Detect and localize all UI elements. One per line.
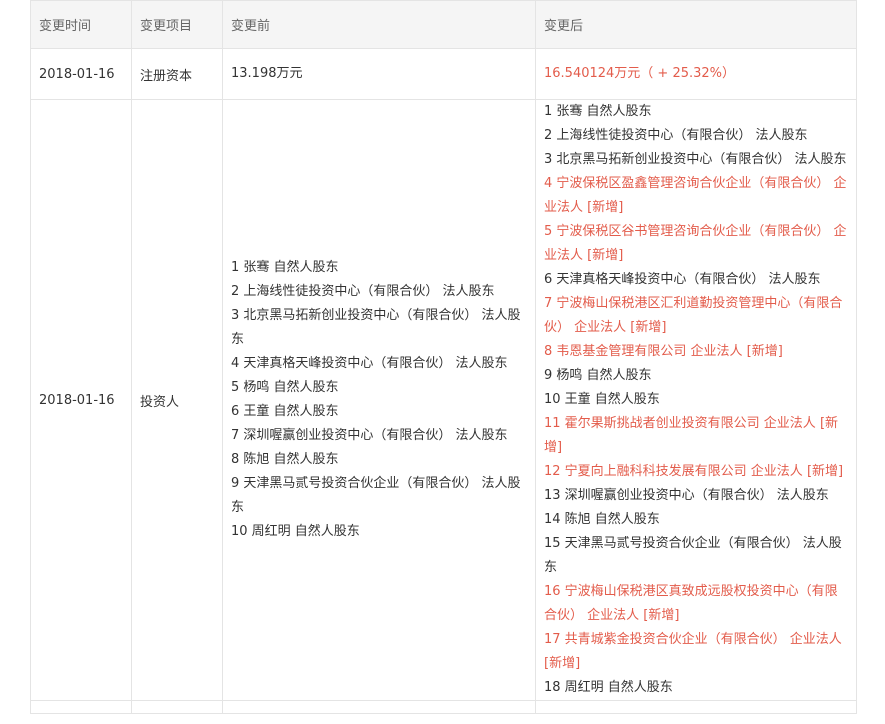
table-body: 2018-01-16 注册资本 13.198万元 16.540124万元（ + … — [30, 48, 857, 714]
after-entry: 15 天津黑马贰号投资合伙企业（有限合伙） 法人股东 — [544, 536, 842, 575]
before-entry: 13.198万元 — [231, 66, 303, 81]
cell-before: 13.198万元 — [222, 48, 536, 100]
after-entry-added: 8 韦恩基金管理有限公司 企业法人 [新增] — [544, 344, 783, 359]
cell-empty — [222, 700, 536, 714]
cell-empty — [30, 700, 132, 714]
after-entry-added: 4 宁波保税区盈鑫管理咨询合伙企业（有限合伙） 企业法人 [新增] — [544, 176, 847, 215]
after-entry-added: 16 宁波梅山保税港区真致成远股权投资中心（有限合伙） 企业法人 [新增] — [544, 584, 838, 623]
cell-before: 1 张骞 自然人股东 2 上海线性徒投资中心（有限合伙） 法人股东 3 北京黑马拓新… — [222, 99, 536, 701]
after-entry: 18 周红明 自然人股东 — [544, 680, 673, 695]
cell-change-item: 注册资本 — [131, 48, 223, 100]
cell-empty — [535, 700, 857, 714]
header-before: 变更前 — [222, 0, 536, 49]
change-records-table: 变更时间 变更项目 变更前 变更后 2018-01-16 注册资本 13.198… — [30, 0, 857, 714]
header-after: 变更后 — [535, 0, 857, 49]
before-entry: 6 王童 自然人股东 — [231, 404, 339, 419]
header-change-item: 变更项目 — [131, 0, 223, 49]
after-entry-added: 7 宁波梅山保税港区汇利道勤投资管理中心（有限合伙） 企业法人 [新增] — [544, 296, 843, 335]
cell-after: 1 张骞 自然人股东 2 上海线性徒投资中心（有限合伙） 法人股东 3 北京黑马拓新… — [535, 99, 857, 701]
before-entry: 4 天津真格天峰投资中心（有限合伙） 法人股东 — [231, 356, 508, 371]
after-entry: 2 上海线性徒投资中心（有限合伙） 法人股东 — [544, 128, 808, 143]
before-entry: 7 深圳喔赢创业投资中心（有限合伙） 法人股东 — [231, 428, 508, 443]
after-entry: 13 深圳喔赢创业投资中心（有限合伙） 法人股东 — [544, 488, 829, 503]
cell-after: 16.540124万元（ + 25.32%） — [535, 48, 857, 100]
after-entry-added: 12 宁夏向上融科科技发展有限公司 企业法人 [新增] — [544, 464, 844, 479]
table-row-next — [30, 700, 857, 714]
after-entry-added: 5 宁波保税区谷书管理咨询合伙企业（有限合伙） 企业法人 [新增] — [544, 224, 847, 263]
after-entry: 9 杨鸣 自然人股东 — [544, 368, 652, 383]
after-entry: 6 天津真格天峰投资中心（有限合伙） 法人股东 — [544, 272, 821, 287]
before-entry: 3 北京黑马拓新创业投资中心（有限合伙） 法人股东 — [231, 308, 521, 347]
after-entry: 3 北京黑马拓新创业投资中心（有限合伙） 法人股东 — [544, 152, 847, 167]
cell-empty — [131, 700, 223, 714]
before-entry: 1 张骞 自然人股东 — [231, 260, 339, 275]
before-entry: 9 天津黑马贰号投资合伙企业（有限合伙） 法人股东 — [231, 476, 521, 515]
after-entry: 1 张骞 自然人股东 — [544, 104, 652, 119]
after-entry-added: 17 共青城紫金投资合伙企业（有限合伙） 企业法人 [新增] — [544, 632, 842, 671]
after-entry: 14 陈旭 自然人股东 — [544, 512, 660, 527]
cell-change-time: 2018-01-16 — [30, 99, 132, 701]
cell-change-time: 2018-01-16 — [30, 48, 132, 100]
table-header-row: 变更时间 变更项目 变更前 变更后 — [30, 0, 857, 49]
after-entry: 10 王童 自然人股东 — [544, 392, 660, 407]
table-row: 2018-01-16 投资人 1 张骞 自然人股东 2 上海线性徒投资中心（有限合… — [30, 99, 857, 701]
change-records-panel: 变更时间 变更项目 变更前 变更后 2018-01-16 注册资本 13.198… — [30, 0, 857, 714]
cell-change-item: 投资人 — [131, 99, 223, 701]
before-entry: 2 上海线性徒投资中心（有限合伙） 法人股东 — [231, 284, 495, 299]
header-change-time: 变更时间 — [30, 0, 132, 49]
before-entry: 10 周红明 自然人股东 — [231, 524, 360, 539]
after-entry-added: 16.540124万元（ + 25.32%） — [544, 66, 736, 81]
before-entry: 8 陈旭 自然人股东 — [231, 452, 339, 467]
before-entry: 5 杨鸣 自然人股东 — [231, 380, 339, 395]
table-row: 2018-01-16 注册资本 13.198万元 16.540124万元（ + … — [30, 48, 857, 100]
after-entry-added: 11 霍尔果斯挑战者创业投资有限公司 企业法人 [新增] — [544, 416, 839, 455]
